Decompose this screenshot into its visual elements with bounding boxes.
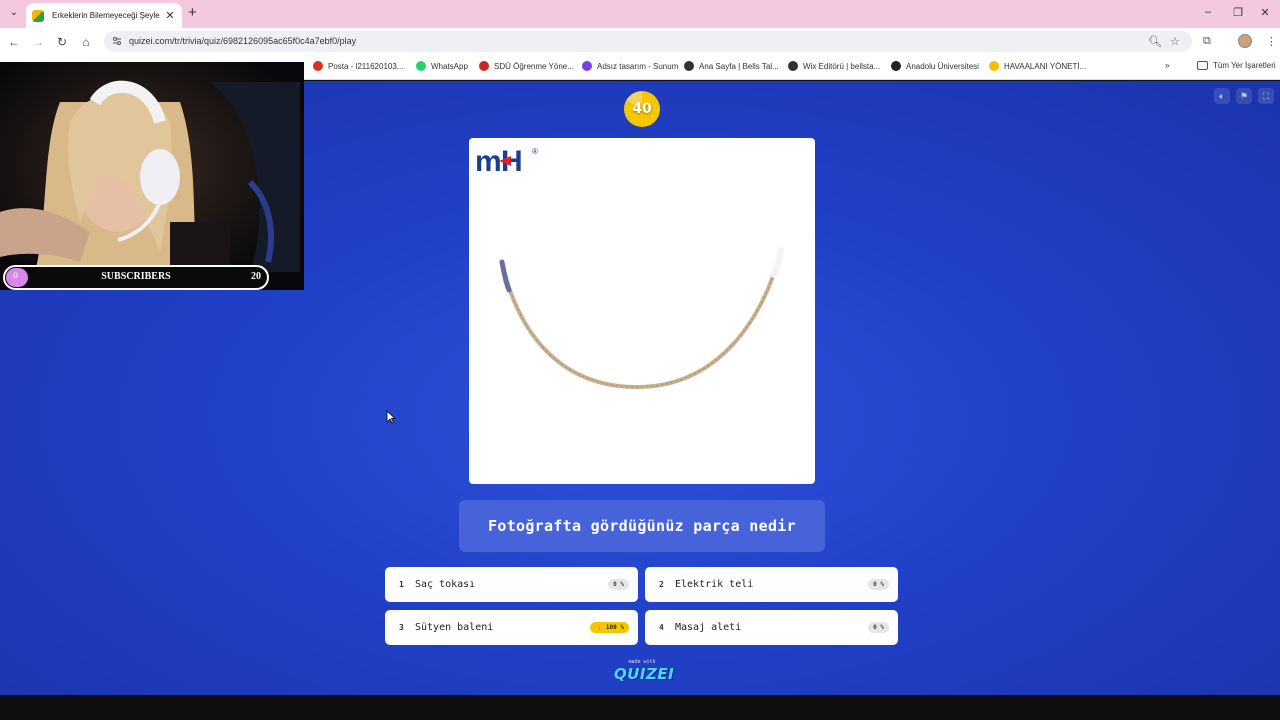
browser-tab[interactable]: Erkeklerin Bilemeyeceği Şeyler ✕: [26, 3, 182, 28]
answer-option-1[interactable]: 1 Saç tokası 0 %: [385, 567, 638, 602]
bookmark-item[interactable]: Ana Sayfa | Bells Tal...: [684, 61, 779, 71]
more-bookmarks-icon[interactable]: »: [1165, 61, 1169, 70]
bookmark-label: Posta - l211620103...: [328, 61, 404, 71]
bookmark-item[interactable]: Posta - l211620103...: [313, 61, 403, 71]
answer-text: Sütyen baleni: [415, 622, 494, 633]
tab-bar: ⌄ Erkeklerin Bilemeyeceği Şeyler ✕ + – ❐…: [0, 0, 1280, 28]
url-text[interactable]: quizei.com/tr/trivia/quiz/6982126095ac65…: [129, 36, 356, 46]
wix-icon: [684, 61, 694, 71]
countdown-timer: 40: [624, 91, 660, 127]
mail-icon: [313, 61, 323, 71]
close-tab-icon[interactable]: ✕: [164, 9, 176, 22]
extensions-icon[interactable]: ⧉: [1203, 35, 1211, 48]
bookmark-item[interactable]: HAVAALANI YÖNETİ...: [989, 61, 1086, 71]
subscriber-goal: 20: [251, 271, 261, 282]
bookmark-item[interactable]: SDÜ Öğrenme Yöne...: [479, 61, 574, 71]
reload-icon[interactable]: ↻: [55, 35, 69, 49]
timer-value: 40: [632, 101, 652, 117]
profile-avatar[interactable]: [1238, 34, 1252, 48]
answer-number: 3: [399, 623, 404, 632]
bookmark-label: SDÜ Öğrenme Yöne...: [494, 61, 574, 71]
fullscreen-icon[interactable]: ⛶: [1258, 88, 1274, 104]
folder-icon: [1197, 61, 1208, 70]
answer-number: 2: [659, 580, 664, 589]
underwire-photo: [499, 247, 784, 390]
question-box: Fotoğrafta gördüğünüz parça nedir: [459, 500, 825, 552]
made-with-quizei[interactable]: made with QUIZEI: [614, 659, 675, 683]
webcam-feed: [0, 62, 304, 290]
home-icon[interactable]: ⌂: [79, 35, 93, 49]
webcam-overlay: 0 SUBSCRIBERS 20: [0, 62, 304, 290]
question-text: Fotoğrafta gördüğünüz parça nedir: [488, 517, 796, 535]
all-bookmarks-folder[interactable]: Tüm Yer İşaretleri: [1197, 61, 1276, 70]
anadolu-icon: [891, 61, 901, 71]
bookmark-label: WhatsApp: [431, 61, 468, 71]
whatsapp-icon: [416, 61, 426, 71]
site-info-icon[interactable]: [112, 36, 122, 46]
bookmark-label: Adsız tasarım - Sunum: [597, 61, 679, 71]
answer-option-3[interactable]: 3 Sütyen baleni 👍 100 %: [385, 610, 638, 645]
close-window-icon[interactable]: ✕: [1258, 6, 1272, 19]
answer-percent-correct: 👍 100 %: [589, 622, 629, 633]
subscriber-goal-bar: 0 SUBSCRIBERS 20: [3, 265, 269, 290]
bookmark-star-icon[interactable]: ☆: [1170, 35, 1180, 48]
tab-search-chevron-icon[interactable]: ⌄: [6, 5, 22, 21]
bookmark-label: Wix Editörü | bellsta...: [803, 61, 881, 71]
answer-text: Masaj aleti: [675, 622, 742, 633]
page-controls: 🔈︎ ⚑ ⛶: [1214, 88, 1274, 104]
sdu-icon: [479, 61, 489, 71]
bookmark-label: Anadolu Üniversitesi: [906, 61, 979, 71]
report-flag-icon[interactable]: ⚑: [1236, 88, 1252, 104]
answer-number: 1: [399, 580, 404, 589]
answer-percent: 0 %: [868, 622, 889, 633]
quizei-logo: QUIZEI: [614, 665, 675, 683]
new-tab-icon[interactable]: +: [188, 5, 197, 21]
zoom-icon[interactable]: 🔍︎: [1148, 35, 1162, 48]
answer-percent: 0 %: [868, 579, 889, 590]
browser-menu-icon[interactable]: ⋮: [1266, 35, 1277, 48]
mouse-cursor-icon: [386, 410, 396, 424]
answer-option-4[interactable]: 4 Masaj aleti 0 %: [645, 610, 898, 645]
bookmark-label: HAVAALANI YÖNETİ...: [1004, 61, 1087, 71]
answer-number: 4: [659, 623, 664, 632]
wix-icon: [788, 61, 798, 71]
answer-percent: 0 %: [608, 579, 629, 590]
question-image: m H ®: [469, 138, 815, 484]
minimize-icon[interactable]: –: [1201, 6, 1215, 18]
tab-favicon-icon: [32, 9, 44, 22]
canva-icon: [582, 61, 592, 71]
taskbar-strip: [0, 695, 1280, 720]
bookmark-item[interactable]: Anadolu Üniversitesi: [891, 61, 979, 71]
back-icon[interactable]: ←: [7, 35, 21, 49]
answer-option-2[interactable]: 2 Elektrik teli 0 %: [645, 567, 898, 602]
answer-text: Elektrik teli: [675, 579, 754, 590]
subscriber-label: SUBSCRIBERS: [101, 271, 171, 282]
bookmark-item[interactable]: WhatsApp: [416, 61, 468, 71]
drive-icon: [989, 61, 999, 71]
forward-icon[interactable]: →: [31, 35, 45, 49]
answer-text: Saç tokası: [415, 579, 476, 590]
sound-icon[interactable]: 🔈︎: [1214, 88, 1230, 104]
bookmark-label: Ana Sayfa | Bells Tal...: [699, 61, 779, 71]
tab-title: Erkeklerin Bilemeyeceği Şeyler: [52, 11, 160, 20]
bookmark-item[interactable]: Wix Editörü | bellsta...: [788, 61, 880, 71]
bookmark-item[interactable]: Adsız tasarım - Sunum: [582, 61, 678, 71]
restore-icon[interactable]: ❐: [1231, 6, 1245, 19]
